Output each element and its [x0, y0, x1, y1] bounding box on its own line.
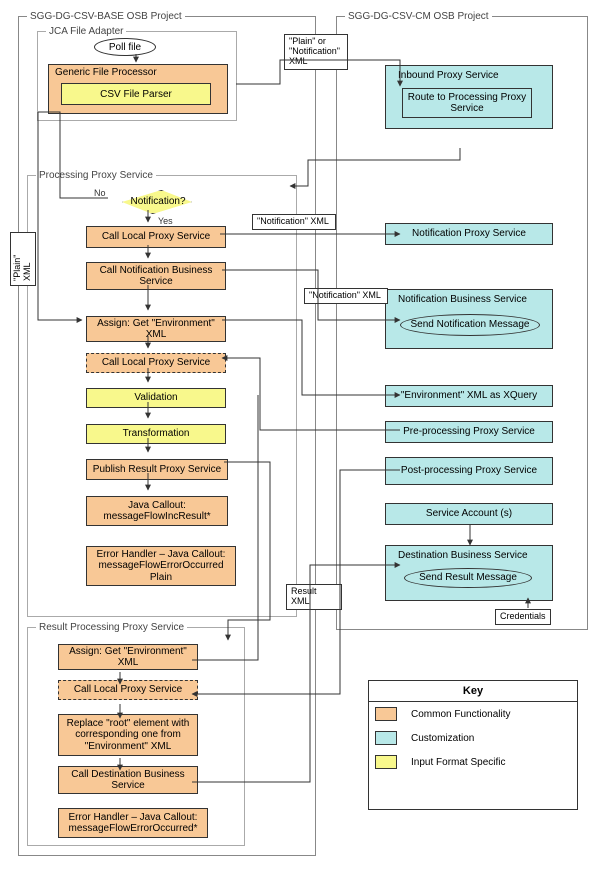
rpps-error-handler: Error Handler – Java Callout: messageFlo…	[58, 808, 208, 838]
call-local-proxy-1: Call Local Proxy Service	[86, 226, 226, 248]
key-row-common: Common Functionality	[369, 702, 577, 726]
assign-get-environment-xml: Assign: Get "Environment" XML	[86, 316, 226, 342]
service-account: Service Account (s)	[385, 503, 553, 525]
rpps-assign-env: Assign: Get "Environment" XML	[58, 644, 198, 670]
validation-step: Validation	[86, 388, 226, 408]
key-row-input: Input Format Specific	[369, 750, 577, 774]
plain-or-notification-callout: "Plain" or "Notification" XML	[284, 34, 348, 70]
destination-business-service: Destination Business Service Send Result…	[385, 545, 553, 601]
environment-xml-xquery: "Environment" XML as XQuery	[385, 385, 553, 407]
jca-file-adapter-frame: JCA File Adapter Poll file Generic File …	[37, 31, 237, 121]
post-processing-proxy: Post-processing Proxy Service	[385, 457, 553, 485]
csv-file-parser: CSV File Parser	[61, 83, 211, 105]
rpps-replace-root: Replace "root" element with correspondin…	[58, 714, 198, 756]
pre-processing-proxy: Pre-processing Proxy Service	[385, 421, 553, 443]
java-callout-inc-result: Java Callout: messageFlowIncResult*	[86, 496, 228, 526]
send-result-message: Send Result Message	[404, 568, 532, 588]
rpps-title: Result Processing Proxy Service	[36, 622, 187, 633]
decision-yes-label: Yes	[158, 216, 173, 226]
key-swatch-custom	[375, 731, 397, 745]
notification-xml-callout-1: "Notification" XML	[252, 214, 336, 230]
route-to-processing: Route to Processing Proxy Service	[402, 88, 532, 118]
key-swatch-common	[375, 707, 397, 721]
right-project-title: SGG-DG-CSV-CM OSB Project	[345, 11, 492, 22]
inbound-proxy-service: Inbound Proxy Service Route to Processin…	[385, 65, 553, 129]
notification-business-service: Notification Business Service Send Notif…	[385, 289, 553, 349]
rpps-call-destination-bs: Call Destination Business Service	[58, 766, 198, 794]
notification-proxy-service: Notification Proxy Service	[385, 223, 553, 245]
decision-no-label: No	[94, 188, 106, 198]
key-title: Key	[369, 681, 577, 702]
result-xml-callout: Result XML	[286, 584, 342, 610]
result-processing-proxy-service-frame: Result Processing Proxy Service Assign: …	[27, 627, 245, 846]
notification-decision: Notification?	[108, 190, 208, 216]
processing-proxy-service-frame: Processing Proxy Service Notification? N…	[27, 175, 297, 617]
publish-result-proxy: Publish Result Proxy Service	[86, 459, 228, 480]
poll-file-oval: Poll file	[94, 38, 156, 56]
generic-file-processor: Generic File Processor CSV File Parser	[48, 64, 228, 114]
rpps-call-local: Call Local Proxy Service	[58, 680, 198, 700]
pps-title: Processing Proxy Service	[36, 170, 156, 181]
transformation-step: Transformation	[86, 424, 226, 444]
legend-key: Key Common Functionality Customization I…	[368, 680, 578, 810]
left-project-title: SGG-DG-CSV-BASE OSB Project	[27, 11, 185, 22]
call-local-proxy-2: Call Local Proxy Service	[86, 353, 226, 373]
send-notification-message: Send Notification Message	[400, 314, 540, 336]
left-project-frame: SGG-DG-CSV-BASE OSB Project JCA File Ada…	[18, 16, 316, 856]
jca-title: JCA File Adapter	[46, 26, 126, 37]
key-row-custom: Customization	[369, 726, 577, 750]
credentials-callout: Credentials	[495, 609, 551, 625]
right-project-frame: SGG-DG-CSV-CM OSB Project Inbound Proxy …	[336, 16, 588, 630]
plain-xml-callout: "Plain" XML	[10, 232, 36, 286]
call-notification-business-service: Call Notification Business Service	[86, 262, 226, 290]
pps-error-handler: Error Handler – Java Callout: messageFlo…	[86, 546, 236, 586]
notification-xml-callout-2: "Notification" XML	[304, 288, 388, 304]
key-swatch-input	[375, 755, 397, 769]
